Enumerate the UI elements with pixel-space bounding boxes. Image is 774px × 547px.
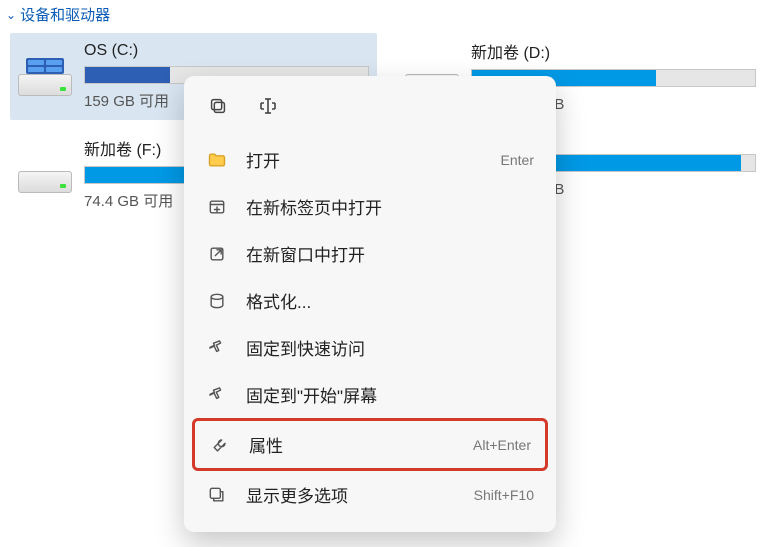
menu-item-label: 属性 — [249, 432, 455, 457]
menu-item-more[interactable]: 显示更多选项 Shift+F10 — [192, 471, 548, 518]
menu-item-pin[interactable]: 固定到"开始"屏幕 — [192, 371, 548, 418]
menu-item-folder[interactable]: 打开 Enter — [192, 136, 548, 183]
context-menu-list: 打开 Enter 在新标签页中打开在新窗口中打开格式化... 固定到快速访问固定到"开… — [184, 130, 556, 524]
new-tab-icon — [206, 196, 228, 218]
menu-item-pin[interactable]: 固定到快速访问 — [192, 324, 548, 371]
menu-item-label: 格式化... — [246, 288, 534, 313]
context-menu: 打开 Enter 在新标签页中打开在新窗口中打开格式化... 固定到快速访问固定到"开… — [184, 76, 556, 532]
menu-item-label: 固定到"开始"屏幕 — [246, 382, 534, 407]
pin-icon — [206, 337, 228, 359]
copy-icon[interactable] — [204, 92, 232, 120]
section-title: 设备和驱动器 — [20, 4, 110, 25]
more-icon — [206, 484, 228, 506]
pin-icon — [206, 384, 228, 406]
open-external-icon — [206, 243, 228, 265]
menu-item-shortcut: Enter — [501, 152, 534, 168]
drive-label: OS (C:) — [84, 42, 369, 60]
menu-item-label: 在新标签页中打开 — [246, 194, 534, 219]
section-header[interactable]: ⌄ 设备和驱动器 — [0, 0, 774, 29]
chevron-down-icon: ⌄ — [6, 8, 16, 22]
menu-item-shortcut: Alt+Enter — [473, 437, 531, 453]
folder-icon — [206, 149, 228, 171]
menu-item-label: 打开 — [246, 147, 483, 172]
menu-item-open-external[interactable]: 在新窗口中打开 — [192, 230, 548, 277]
menu-item-label: 固定到快速访问 — [246, 335, 534, 360]
drive-label: 新加卷 (D:) — [471, 39, 756, 63]
menu-item-shortcut: Shift+F10 — [474, 487, 534, 503]
menu-item-label: 显示更多选项 — [246, 482, 456, 507]
context-menu-actions-row — [184, 76, 556, 130]
menu-item-format[interactable]: 格式化... — [192, 277, 548, 324]
rename-icon[interactable] — [254, 92, 282, 120]
format-icon — [206, 290, 228, 312]
drive-icon — [18, 155, 72, 193]
menu-item-wrench[interactable]: 属性 Alt+Enter — [192, 418, 548, 471]
wrench-icon — [209, 434, 231, 456]
os-drive-icon — [18, 58, 72, 96]
menu-item-new-tab[interactable]: 在新标签页中打开 — [192, 183, 548, 230]
menu-item-label: 在新窗口中打开 — [246, 241, 534, 266]
